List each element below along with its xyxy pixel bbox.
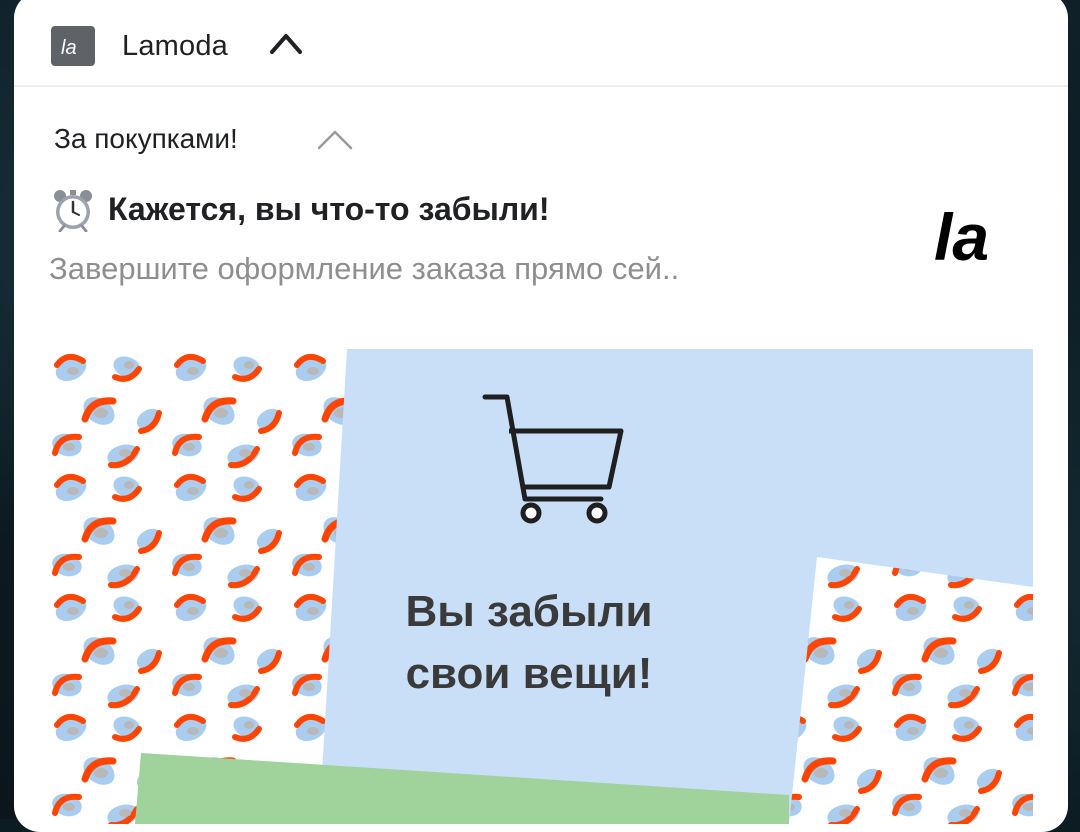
- banner-headline-line-1: Вы забыли: [405, 587, 653, 636]
- app-name: Lamoda: [122, 30, 228, 62]
- banner-headline: Вы забыли свои вещи!: [349, 581, 709, 705]
- brand-logo-text: la: [934, 202, 989, 272]
- banner-headline-line-2: свои вещи!: [405, 649, 653, 698]
- lamoda-brand-logo: la: [934, 202, 989, 272]
- notification-app-header[interactable]: la Lamoda: [14, 0, 1068, 84]
- shopping-cart-icon: [482, 394, 624, 524]
- app-icon-text: la: [61, 37, 77, 59]
- lamoda-app-icon: la: [51, 26, 95, 66]
- notification-card[interactable]: la Lamoda За покупками! Кажется, вы что-…: [14, 0, 1068, 832]
- channel-chevron-up-icon[interactable]: [315, 126, 355, 152]
- notification-channel-label: За покупками!: [54, 123, 238, 154]
- collapse-chevron-up-icon[interactable]: [268, 30, 304, 56]
- notification-title: Кажется, вы что-то забыли!: [108, 191, 550, 227]
- notification-body-text: Завершите оформление заказа прямо сей..: [49, 251, 680, 286]
- alarm-clock-icon: [54, 190, 92, 232]
- header-divider: [14, 85, 1068, 87]
- notification-banner-image[interactable]: Вы забыли свои вещи!: [49, 349, 1033, 824]
